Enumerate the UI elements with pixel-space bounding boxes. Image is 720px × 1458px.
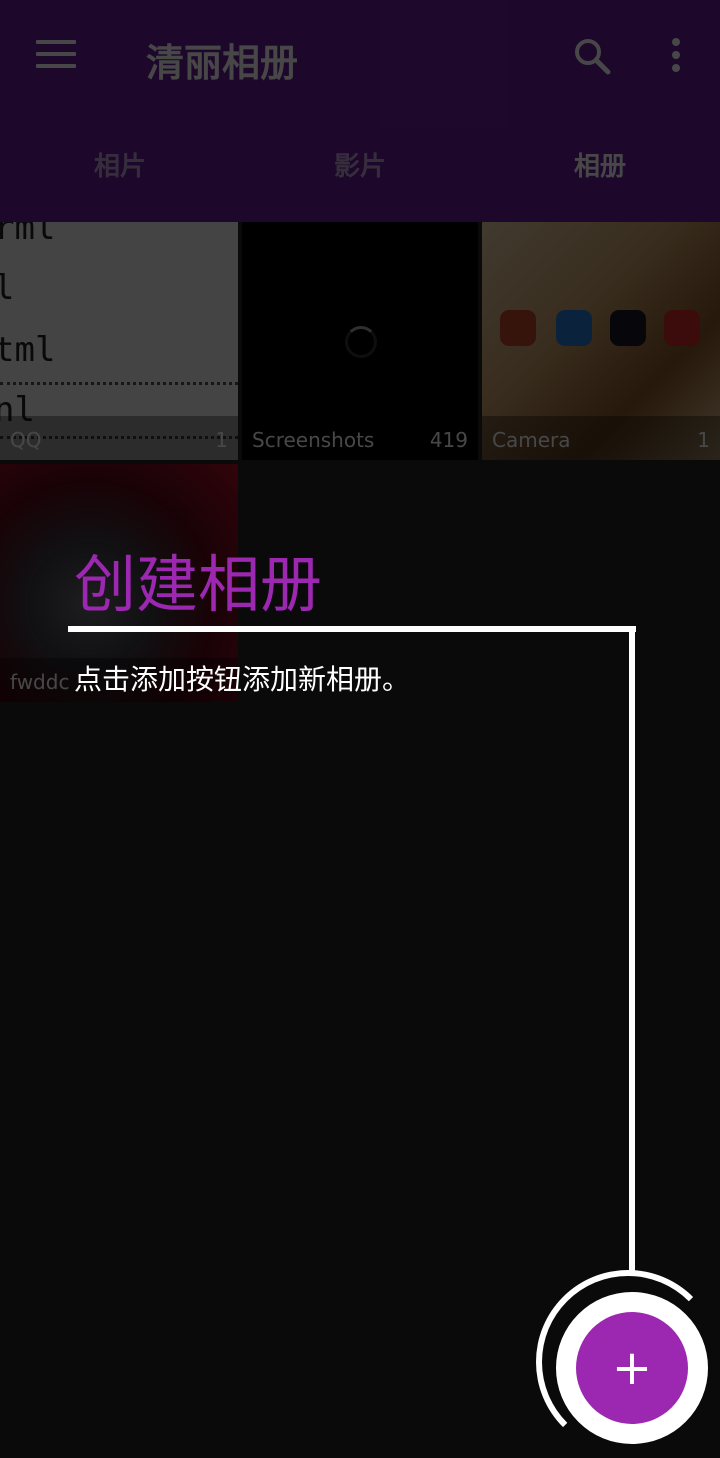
showcase-description: 点击添加按钮添加新相册。 (74, 663, 411, 696)
add-album-button[interactable]: + (576, 1312, 688, 1424)
showcase-pointer-line (68, 626, 636, 632)
app-title: 清丽相册 (146, 41, 299, 85)
album-tile-camera[interactable]: Camera 1 (482, 222, 720, 460)
album-name: QQ (10, 428, 42, 452)
album-count: 1 (697, 428, 710, 452)
app-icon-thumbnail (500, 310, 536, 346)
app-root: 清丽相册 相片 影片 相册 rml l tml nl QQ 1 Screensh… (0, 0, 720, 1458)
hamburger-menu-icon[interactable] (36, 40, 76, 70)
tab-photos[interactable]: 相片 (0, 112, 240, 222)
app-icon-thumbnail (664, 310, 700, 346)
showcase-pointer-line (629, 626, 635, 1274)
album-label-bar: Camera 1 (482, 416, 720, 460)
qq-preview-text: l (0, 268, 15, 308)
showcase-title: 创建相册 (74, 548, 323, 621)
album-tile-qq[interactable]: rml l tml nl QQ 1 (0, 222, 238, 460)
qq-preview-divider (0, 382, 238, 385)
album-count: 1 (215, 428, 228, 452)
album-tile-screenshots[interactable]: Screenshots 419 (242, 222, 478, 460)
tab-videos[interactable]: 影片 (240, 112, 480, 222)
plus-icon: + (611, 1340, 653, 1396)
app-bar: 清丽相册 相片 影片 相册 (0, 0, 720, 222)
more-vert-icon[interactable] (668, 38, 684, 74)
qq-preview-text: rml (0, 222, 56, 248)
loading-spinner-icon (345, 326, 377, 358)
album-count: 419 (429, 428, 468, 452)
tab-bar: 相片 影片 相册 (0, 112, 720, 222)
app-icon-thumbnail (610, 310, 646, 346)
album-name: Camera (492, 428, 571, 452)
album-label-bar: Screenshots 419 (242, 416, 478, 460)
qq-preview-text: tml (0, 330, 56, 370)
album-name: fwddc (10, 670, 70, 694)
album-name: Screenshots (252, 428, 375, 452)
app-icon-thumbnail (556, 310, 592, 346)
search-icon[interactable] (572, 36, 612, 76)
toolbar: 清丽相册 (0, 0, 720, 112)
album-label-bar: QQ 1 (0, 416, 238, 460)
tab-albums[interactable]: 相册 (480, 112, 720, 222)
